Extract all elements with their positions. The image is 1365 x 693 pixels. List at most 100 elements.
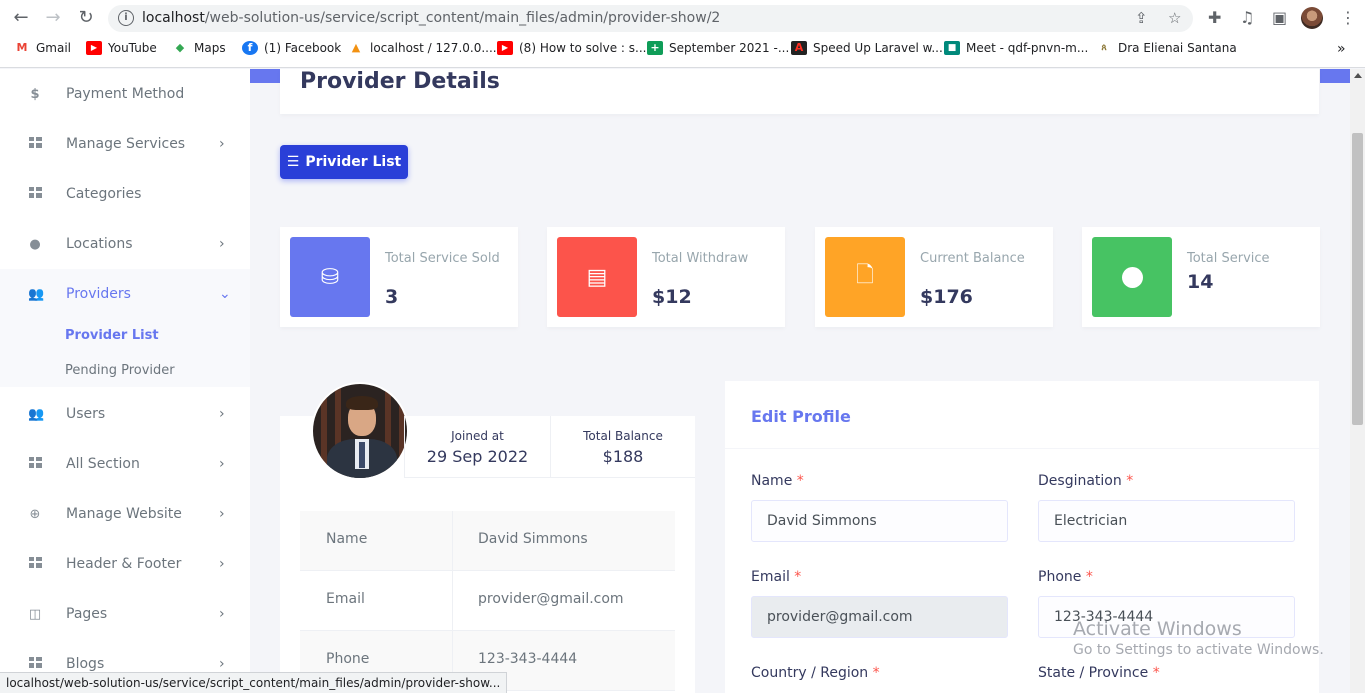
email-field — [751, 596, 1008, 638]
chevron-right-icon: › — [219, 556, 225, 572]
bookmarks-bar: M Gmail ▶ YouTube ◆ Maps f (1) Facebook ▲ loc… — [0, 38, 1365, 62]
url-text: localhost/web-solution-us/service/script… — [142, 10, 721, 26]
sidebar-subitem-provider-list[interactable]: Provider List — [65, 328, 159, 343]
header-accent-left — [250, 69, 280, 83]
site-info-icon[interactable]: i — [118, 10, 134, 26]
users-icon: 👥 — [28, 406, 45, 422]
phpmyadmin-icon: ▲ — [351, 41, 361, 54]
designation-field[interactable] — [1038, 500, 1295, 542]
bookmark-facebook[interactable]: f (1) Facebook — [242, 41, 341, 55]
profile-avatar[interactable] — [1301, 7, 1323, 29]
forward-arrow-icon[interactable]: → — [41, 7, 65, 29]
bookmark-september[interactable]: + September 2021 -... — [647, 41, 789, 55]
sidebar-item-payment-method[interactable]: $ Payment Method — [0, 69, 250, 119]
sidebar-item-manage-services[interactable]: Manage Services › — [0, 119, 250, 169]
sidebar-item-all-section[interactable]: All Section › — [0, 439, 250, 489]
name-label: Name * — [751, 473, 804, 489]
sidebar-item-locations[interactable]: ● Locations › — [0, 219, 250, 269]
laravel-icon: A — [791, 41, 807, 55]
total-balance: Total Balance $188 — [550, 416, 695, 478]
bookmark-how-to-solve[interactable]: ▶ (8) How to solve : s... — [497, 41, 646, 55]
chevron-right-icon: › — [219, 656, 225, 672]
side-panel-icon[interactable]: ▣ — [1272, 8, 1287, 27]
stat-card-total-withdraw: ▤ Total Withdraw $12 — [547, 227, 785, 327]
extensions-icon[interactable]: ✚ — [1208, 8, 1221, 27]
activate-windows-subtitle: Go to Settings to activate Windows. — [1073, 642, 1324, 658]
edit-profile-title: Edit Profile — [751, 407, 851, 426]
scroll-thumb[interactable] — [1352, 133, 1363, 425]
chevron-right-icon: › — [219, 406, 225, 422]
browser-chrome: ← → ↻ i localhost/web-solution-us/servic… — [0, 0, 1365, 68]
more-menu-icon[interactable]: ⋮ — [1340, 8, 1356, 27]
bookmark-star-icon[interactable]: ☆ — [1168, 9, 1181, 27]
youtube-icon: ▶ — [86, 41, 102, 55]
bookmark-youtube[interactable]: ▶ YouTube — [86, 41, 157, 55]
state-label: State / Province * — [1038, 665, 1160, 681]
sidebar-item-header-footer[interactable]: Header & Footer › — [0, 539, 250, 589]
divider — [725, 448, 1319, 449]
sidebar-item-pages[interactable]: ◫ Pages › — [0, 589, 250, 639]
facebook-icon: f — [242, 41, 258, 55]
media-control-icon[interactable]: ♫ — [1240, 8, 1254, 27]
reload-icon[interactable]: ↻ — [74, 7, 98, 29]
grid-icon — [28, 136, 42, 152]
email-label: Email * — [751, 569, 802, 585]
grid-icon — [28, 656, 42, 672]
globe-icon: ⊕ — [29, 506, 41, 522]
meet-icon: ■ — [944, 41, 960, 55]
stat-card-current-balance: 🗋 Current Balance $176 — [815, 227, 1053, 327]
scroll-up-icon[interactable] — [1354, 73, 1362, 78]
stat-card-total-service: Total Service 14 — [1082, 227, 1320, 327]
list-icon: ☰ — [286, 154, 300, 170]
address-row: ← → ↻ i localhost/web-solution-us/servic… — [0, 0, 1365, 36]
sidebar-item-categories[interactable]: Categories — [0, 169, 250, 219]
maps-icon: ◆ — [175, 41, 185, 54]
coins-icon: ⛁ — [290, 237, 370, 317]
circle-icon — [1092, 237, 1172, 317]
joined-at: Joined at 29 Sep 2022 — [404, 416, 550, 478]
browser-status-bar: localhost/web-solution-us/service/script… — [0, 672, 508, 693]
provider-list-button[interactable]: ☰ Privider List — [280, 145, 408, 179]
bookmark-gmail[interactable]: M Gmail — [14, 41, 72, 55]
bookmark-laravel[interactable]: A Speed Up Laravel w... — [791, 41, 943, 55]
sheets-icon: + — [647, 41, 663, 55]
sidebar-item-users[interactable]: 👥 Users › — [0, 389, 250, 439]
chevron-right-icon: › — [219, 606, 225, 622]
address-bar[interactable]: i localhost/web-solution-us/service/scri… — [108, 5, 1193, 32]
activate-windows-title: Activate Windows — [1073, 618, 1242, 640]
provider-avatar — [311, 382, 409, 480]
bookmark-meet[interactable]: ■ Meet - qdf-pnvn-m... — [944, 41, 1088, 55]
page-title: Provider Details — [300, 69, 500, 94]
section-header: Provider Details — [280, 69, 1319, 114]
chevron-right-icon: › — [219, 136, 225, 152]
chevron-right-icon: › — [219, 506, 225, 522]
sidebar-item-manage-website[interactable]: ⊕ Manage Website › — [0, 489, 250, 539]
share-icon[interactable]: ⇪ — [1135, 9, 1148, 27]
newspaper-icon: ▤ — [557, 237, 637, 317]
grid-icon — [28, 556, 42, 572]
sidebar-item-providers[interactable]: 👥 Providers ⌄ — [0, 269, 250, 319]
dollar-icon: $ — [30, 86, 40, 102]
phone-label: Phone * — [1038, 569, 1093, 585]
chevron-right-icon: › — [219, 236, 225, 252]
file-icon: 🗋 — [825, 237, 905, 317]
map-pin-icon: ● — [29, 236, 41, 252]
name-field[interactable] — [751, 500, 1008, 542]
grid-icon — [28, 456, 42, 472]
header-accent-right — [1320, 69, 1350, 83]
country-label: Country / Region * — [751, 665, 880, 681]
bookmark-maps[interactable]: ◆ Maps — [172, 41, 226, 55]
back-arrow-icon[interactable]: ← — [9, 7, 33, 29]
page-scrollbar[interactable] — [1350, 69, 1365, 693]
users-icon: 👥 — [28, 286, 45, 302]
provider-info-table: Name David Simmons Email provider@gmail.… — [300, 511, 675, 691]
chevron-right-icon: › — [219, 456, 225, 472]
bookmark-dra-elienai[interactable]: ጰ Dra Elienai Santana — [1096, 41, 1236, 55]
bookmark-localhost[interactable]: ▲ localhost / 127.0.0.... — [348, 41, 497, 55]
sidebar-subitem-pending-provider[interactable]: Pending Provider — [65, 363, 175, 378]
youtube-icon: ▶ — [497, 41, 513, 55]
grid-icon — [28, 186, 42, 202]
bookmarks-more[interactable]: » — [1337, 41, 1346, 57]
designation-label: Desgination * — [1038, 473, 1134, 489]
sidebar: $ Payment Method Manage Services › Categ… — [0, 69, 250, 693]
